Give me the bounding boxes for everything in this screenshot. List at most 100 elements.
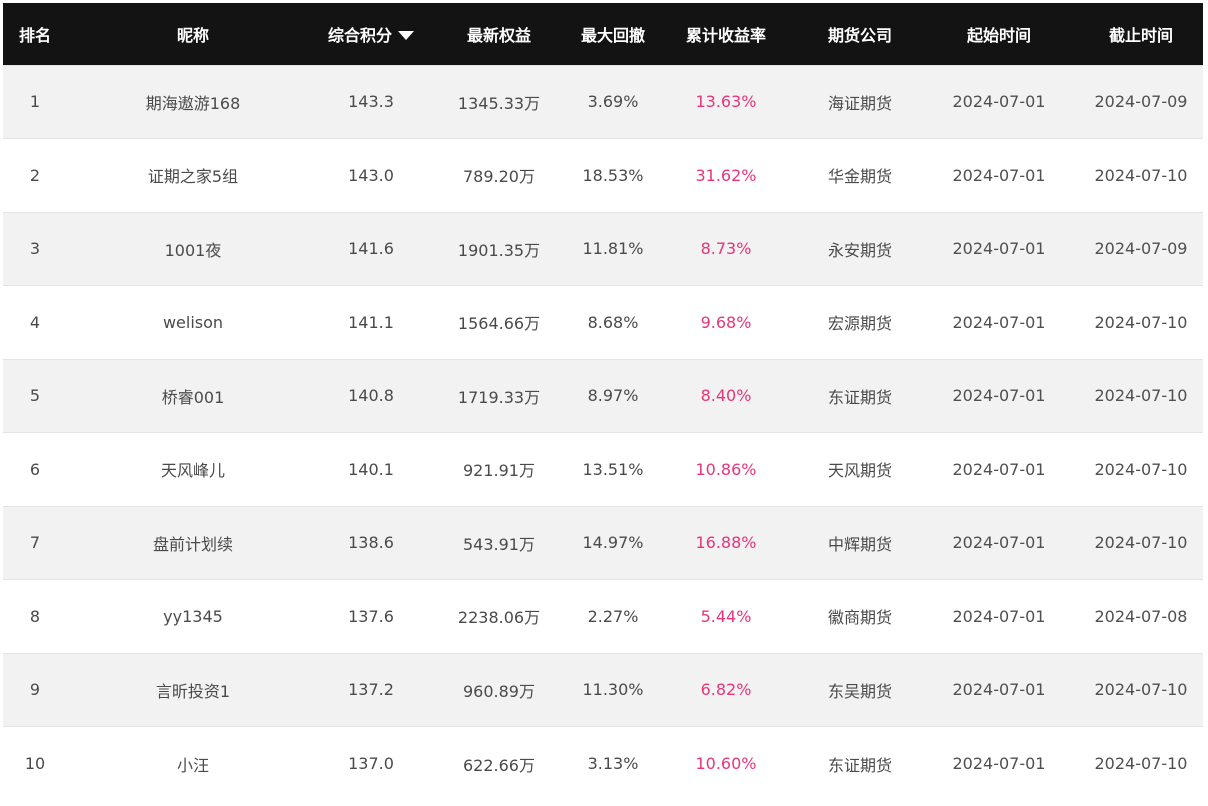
- sort-down-icon[interactable]: [398, 30, 414, 40]
- table-row[interactable]: 9 言昕投资1 137.2 960.89万 11.30% 6.82% 东吴期货 2024-07…: [3, 653, 1203, 727]
- cell-company: 永安期货: [827, 240, 892, 260]
- cell-nickname[interactable]: 期海遨游168: [67, 65, 319, 139]
- table-row[interactable]: 4 welison 141.1 1564.66万 8.68% 9.68% 宏源期货 2024-…: [3, 285, 1203, 360]
- cell-company: 宏源期货: [827, 314, 892, 334]
- header-drawdown[interactable]: 最大回撤: [575, 3, 651, 65]
- table-row[interactable]: 5 桥睿001 140.8 1719.33万 8.97% 8.40% 东证期货 2024-07…: [3, 359, 1203, 433]
- cell-rank: 6: [29, 459, 41, 479]
- cell-rank: 9: [29, 680, 41, 700]
- cell-rank: 4: [29, 312, 41, 332]
- cell-company: 华金期货: [827, 167, 892, 187]
- cell-company: 东吴期货: [827, 681, 892, 701]
- cell-score: 138.6: [348, 533, 394, 553]
- cell-start: 2024-07-01: [952, 459, 1046, 479]
- cell-return: 9.68%: [700, 312, 752, 332]
- header-score-label: 综合积分: [327, 25, 392, 45]
- cell-return: 10.60%: [695, 754, 757, 773]
- cell-end: 2024-07-10: [1094, 754, 1188, 773]
- cell-return: 31.62%: [695, 165, 757, 185]
- cell-drawdown: 3.13%: [587, 754, 639, 773]
- table-row[interactable]: 1 期海遨游168 143.3 1345.33万 3.69% 13.63% 海证期货 2024…: [3, 65, 1203, 139]
- table-row[interactable]: 10 小汪 137.0 622.66万 3.13% 10.60% 东证期货 2024-07-0…: [3, 726, 1203, 801]
- table-row[interactable]: 2 证期之家5组 143.0 789.20万 18.53% 31.62% 华金期货 2024-…: [3, 138, 1203, 213]
- cell-return: 6.82%: [700, 680, 752, 700]
- cell-start: 2024-07-01: [952, 754, 1046, 773]
- cell-return: 5.44%: [700, 606, 752, 626]
- cell-nickname[interactable]: 天风峰儿: [67, 433, 319, 507]
- ranking-table-container: 排名 昵称 综合积分 最新权益 最大回撤 累计收益率 期货公司 起始时间 截止时…: [3, 3, 1203, 800]
- cell-score: 141.6: [348, 239, 394, 259]
- cell-equity: 543.91万: [463, 534, 535, 554]
- cell-nickname[interactable]: 言昕投资1: [67, 653, 319, 727]
- cell-return: 8.40%: [700, 386, 752, 406]
- header-start[interactable]: 起始时间: [919, 3, 1079, 65]
- cell-nickname[interactable]: 1001夜: [67, 212, 319, 286]
- cell-return: 8.73%: [700, 239, 752, 259]
- cell-start: 2024-07-01: [952, 606, 1046, 626]
- cell-end: 2024-07-10: [1094, 312, 1188, 332]
- cell-equity: 1345.33万: [457, 93, 541, 113]
- cell-drawdown: 11.30%: [582, 680, 644, 700]
- cell-company: 徽商期货: [827, 608, 892, 628]
- cell-nickname[interactable]: 证期之家5组: [67, 139, 319, 213]
- cell-end: 2024-07-10: [1094, 680, 1188, 700]
- cell-company: 中辉期货: [827, 534, 892, 554]
- header-end[interactable]: 截止时间: [1079, 3, 1203, 65]
- cell-drawdown: 18.53%: [582, 165, 644, 185]
- table-body: 1 期海遨游168 143.3 1345.33万 3.69% 13.63% 海证期货 2024…: [3, 65, 1203, 800]
- cell-end: 2024-07-08: [1094, 606, 1188, 626]
- cell-start: 2024-07-01: [952, 239, 1046, 259]
- cell-start: 2024-07-01: [952, 92, 1046, 112]
- cell-start: 2024-07-01: [952, 533, 1046, 553]
- cell-start: 2024-07-01: [952, 680, 1046, 700]
- cell-start: 2024-07-01: [952, 312, 1046, 332]
- cell-end: 2024-07-09: [1094, 92, 1188, 112]
- cell-equity: 1564.66万: [457, 314, 541, 334]
- table-row[interactable]: 3 1001夜 141.6 1901.35万 11.81% 8.73% 永安期货 2024-0…: [3, 212, 1203, 286]
- cell-nickname[interactable]: yy1345: [67, 580, 319, 654]
- cell-end: 2024-07-09: [1094, 239, 1188, 259]
- header-company[interactable]: 期货公司: [801, 3, 919, 65]
- cell-rank: 3: [29, 239, 41, 259]
- cell-return: 16.88%: [695, 533, 757, 553]
- cell-end: 2024-07-10: [1094, 459, 1188, 479]
- cell-equity: 1901.35万: [457, 240, 541, 260]
- table-row[interactable]: 6 天风峰儿 140.1 921.91万 13.51% 10.86% 天风期货 2024-07…: [3, 432, 1203, 507]
- header-rank[interactable]: 排名: [3, 3, 67, 65]
- cell-return: 10.86%: [695, 459, 757, 479]
- cell-equity: 921.91万: [463, 461, 535, 481]
- header-nickname[interactable]: 昵称: [67, 3, 319, 65]
- cell-drawdown: 11.81%: [582, 239, 644, 259]
- cell-score: 141.1: [348, 312, 394, 332]
- header-equity[interactable]: 最新权益: [423, 3, 575, 65]
- header-score[interactable]: 综合积分: [319, 3, 423, 65]
- cell-score: 143.0: [348, 165, 394, 185]
- cell-drawdown: 3.69%: [587, 92, 639, 112]
- table-header-row: 排名 昵称 综合积分 最新权益 最大回撤 累计收益率 期货公司 起始时间 截止时…: [3, 3, 1203, 65]
- cell-rank: 2: [29, 165, 41, 185]
- cell-nickname[interactable]: welison: [67, 286, 319, 360]
- cell-drawdown: 8.97%: [587, 386, 639, 406]
- cell-equity: 2238.06万: [457, 608, 541, 628]
- cell-score: 140.1: [348, 459, 394, 479]
- table-row[interactable]: 8 yy1345 137.6 2238.06万 2.27% 5.44% 徽商期货 2024-0…: [3, 579, 1203, 654]
- cell-drawdown: 14.97%: [582, 533, 644, 553]
- cell-score: 137.2: [348, 680, 394, 700]
- cell-company: 东证期货: [827, 755, 892, 775]
- header-return[interactable]: 累计收益率: [651, 3, 801, 65]
- cell-rank: 7: [29, 533, 41, 553]
- cell-equity: 622.66万: [463, 755, 535, 775]
- cell-company: 海证期货: [827, 93, 892, 113]
- cell-rank: 5: [29, 386, 41, 406]
- cell-score: 137.6: [348, 606, 394, 626]
- cell-equity: 1719.33万: [457, 387, 541, 407]
- cell-end: 2024-07-10: [1094, 165, 1188, 185]
- cell-nickname[interactable]: 盘前计划续: [67, 506, 319, 580]
- cell-drawdown: 13.51%: [582, 459, 644, 479]
- cell-nickname[interactable]: 小汪: [67, 727, 319, 801]
- cell-drawdown: 8.68%: [587, 312, 639, 332]
- cell-rank: 8: [29, 606, 41, 626]
- cell-end: 2024-07-10: [1094, 533, 1188, 553]
- table-row[interactable]: 7 盘前计划续 138.6 543.91万 14.97% 16.88% 中辉期货 2024-0…: [3, 506, 1203, 580]
- cell-nickname[interactable]: 桥睿001: [67, 359, 319, 433]
